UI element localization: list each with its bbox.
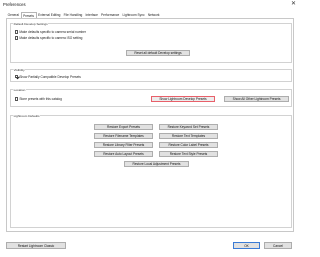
group-title: Lightroom Defaults <box>13 114 41 118</box>
checkbox-box[interactable] <box>15 30 19 34</box>
default-develop-group: Default Develop Settings Make defaults s… <box>10 22 292 63</box>
store-presets-checkbox[interactable]: Store presets with this catalog <box>15 97 62 101</box>
reset-develop-defaults-button[interactable]: Reset all default Develop settings <box>126 50 190 56</box>
restore-library-filter-presets-button[interactable]: Restore Library Filter Presets <box>94 142 153 148</box>
restore-auto-layout-presets-button[interactable]: Restore Auto Layout Presets <box>94 151 153 157</box>
presets-panel: Default Develop Settings Make defaults s… <box>6 18 294 232</box>
cancel-button[interactable]: Cancel <box>264 242 292 249</box>
close-icon[interactable]: ✕ <box>291 1 296 8</box>
iso-setting-checkbox[interactable]: Make defaults specific to camera ISO set… <box>15 36 82 40</box>
show-other-presets-button[interactable]: Show All Other Lightroom Presets <box>224 95 289 102</box>
restore-filename-templates-button[interactable]: Restore Filename Templates <box>94 133 153 139</box>
title-bar: Preferences ✕ <box>0 0 300 10</box>
checkbox-label: Make defaults specific to camera serial … <box>19 30 86 34</box>
checkbox-box[interactable] <box>15 36 19 40</box>
checkbox-box[interactable] <box>15 74 19 79</box>
checkbox-label: Store presets with this catalog <box>19 97 62 101</box>
show-develop-presets-button[interactable]: Show Lightroom Develop Presets <box>151 95 215 102</box>
restore-export-presets-button[interactable]: Restore Export Presets <box>94 124 153 130</box>
dialog-footer: Restart Lightroom Classic OK Cancel <box>0 234 300 257</box>
group-title: Location <box>13 88 26 92</box>
restore-text-style-presets-button[interactable]: Restore Text Style Presets <box>159 151 218 157</box>
group-title: Visibility <box>13 68 26 72</box>
lightroom-defaults-group: Lightroom Defaults Restore Export Preset… <box>10 114 292 228</box>
restore-local-adjustment-presets-button[interactable]: Restore Local Adjustment Presets <box>124 161 189 167</box>
serial-number-checkbox[interactable]: Make defaults specific to camera serial … <box>15 30 86 34</box>
restore-keyword-set-presets-button[interactable]: Restore Keyword Set Presets <box>159 124 218 130</box>
location-group: Location Store presets with this catalog… <box>10 88 292 107</box>
show-partially-compatible-checkbox[interactable]: Show Partially Compatible Develop Preset… <box>15 75 81 79</box>
restart-lightroom-button[interactable]: Restart Lightroom Classic <box>6 242 66 249</box>
group-title: Default Develop Settings <box>13 22 49 26</box>
window-title: Preferences <box>3 2 26 7</box>
checkbox-box[interactable] <box>15 97 19 101</box>
restore-color-label-presets-button[interactable]: Restore Color Label Presets <box>159 142 218 148</box>
ok-button[interactable]: OK <box>233 242 260 249</box>
restore-text-templates-button[interactable]: Restore Text Templates <box>159 133 218 139</box>
checkbox-label: Show Partially Compatible Develop Preset… <box>19 74 81 79</box>
visibility-group: Visibility Show Partially Compatible Dev… <box>10 68 292 82</box>
checkbox-label: Make defaults specific to camera ISO set… <box>19 36 83 40</box>
